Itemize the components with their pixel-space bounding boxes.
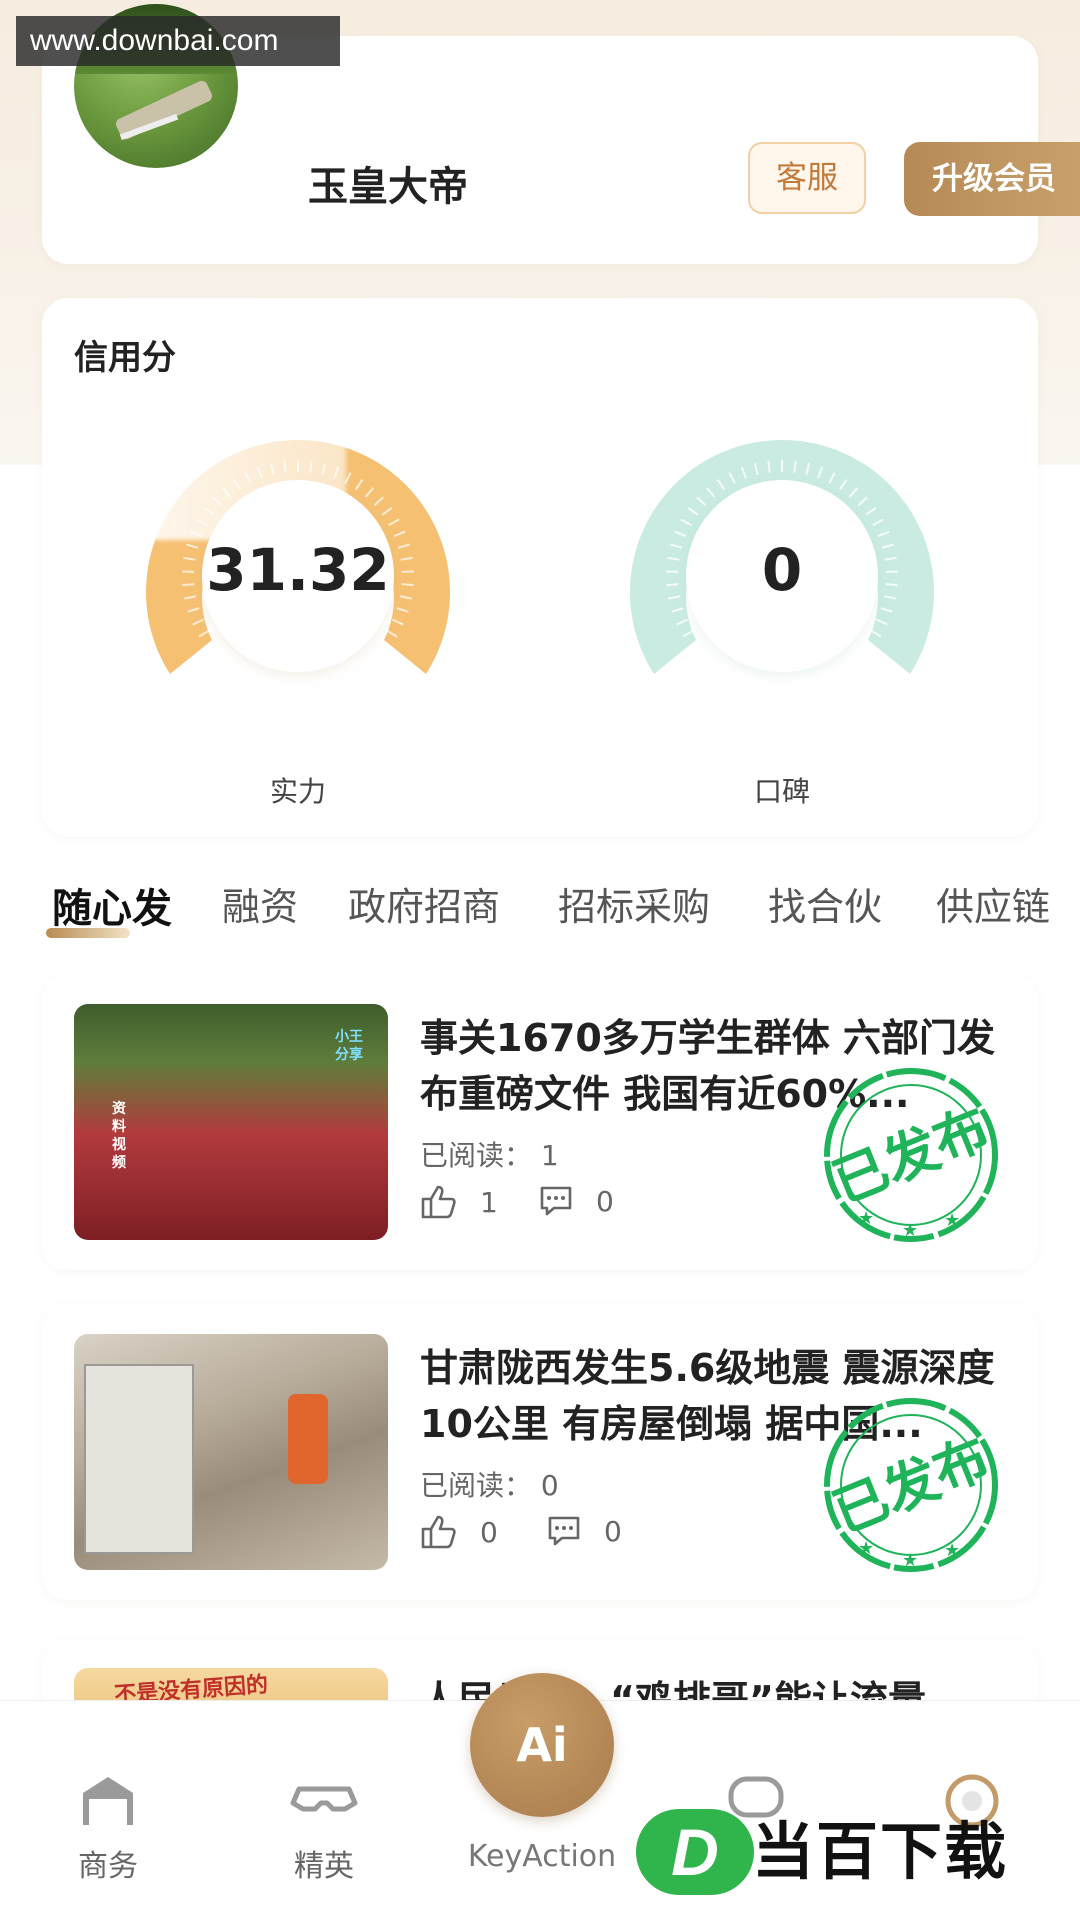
comment-count: 0	[596, 1184, 614, 1218]
like-count: 0	[480, 1515, 498, 1549]
glasses-icon	[290, 1786, 358, 1812]
published-stamp-icon: 已发布 ★ ★ ★	[824, 1068, 998, 1242]
comment-icon	[548, 1516, 580, 1546]
credit-score-card: 信用分 31.32 实力 0 口碑	[42, 298, 1038, 836]
briefcase-icon	[83, 1777, 133, 1825]
like-count: 1	[480, 1185, 498, 1219]
read-count: 已阅读： 0	[420, 1469, 559, 1502]
strength-value: 31.32	[206, 536, 390, 604]
svg-text:★: ★	[902, 1220, 918, 1241]
blurred-overlay	[86, 412, 346, 540]
strength-label: 实力	[269, 775, 326, 808]
news-thumbnail: 小王分享 资料视频	[74, 1004, 388, 1240]
comment-stat[interactable]: 0	[538, 1184, 614, 1218]
reputation-label: 口碑	[753, 775, 810, 808]
published-stamp-icon: 已发布 ★ ★ ★	[824, 1398, 998, 1572]
stamp-text: 已发布	[824, 1426, 998, 1545]
reputation-gauge: 0	[596, 396, 968, 736]
thumbs-up-icon	[421, 1185, 456, 1219]
nav-elite-label: 精英	[294, 1849, 354, 1884]
reputation-value: 0	[761, 536, 803, 604]
news-thumbnail	[74, 1334, 388, 1570]
ai-button[interactable]: Ai	[470, 1673, 614, 1817]
svg-text:★: ★	[902, 1550, 918, 1571]
comment-count: 0	[604, 1514, 622, 1548]
like-stat[interactable]: 1	[420, 1184, 498, 1220]
brand-watermark: D 当百下载	[630, 1809, 1060, 1895]
site-watermark: www.downbai.com	[16, 16, 340, 66]
user-name: 玉皇大帝	[308, 164, 468, 210]
thumbnail-side-text: 资料视频	[112, 1101, 126, 1171]
tab-find-partner[interactable]: 找合伙	[768, 876, 882, 931]
category-tabs: 随心发 融资 政府招商 招标采购 找合伙 供应链	[0, 870, 1080, 950]
nav-business[interactable]: 商务	[28, 1773, 188, 1885]
customer-service-button[interactable]: 客服	[748, 142, 866, 214]
ai-button-label: KeyAction	[467, 1839, 617, 1874]
tab-financing[interactable]: 融资	[222, 876, 298, 931]
upgrade-membership-button[interactable]: 升级会员	[904, 142, 1080, 216]
credit-title: 信用分	[74, 338, 176, 378]
tab-government-investment[interactable]: 政府招商	[348, 876, 500, 931]
stamp-text: 已发布	[824, 1096, 998, 1215]
tab-supply-chain[interactable]: 供应链	[936, 876, 1050, 931]
brand-logo-icon: D	[636, 1809, 754, 1895]
tab-bidding-procurement[interactable]: 招标采购	[558, 876, 710, 931]
tab-casual-post[interactable]: 随心发	[52, 876, 172, 934]
news-card[interactable]: 小王分享 资料视频 事关1670多万学生群体 六部门发布重磅文件 我国有近60%…	[42, 974, 1038, 1270]
svg-text:★: ★	[944, 1540, 960, 1561]
brand-text: 当百下载	[752, 1815, 1009, 1888]
news-card[interactable]: 甘肃陇西发生5.6级地震 震源深度10公里 有房屋倒塌 据中国... 已阅读： …	[42, 1304, 1038, 1600]
comment-stat[interactable]: 0	[546, 1514, 622, 1548]
thumbnail-corner-text: 小王分享	[335, 1029, 363, 1063]
nav-business-label: 商务	[78, 1849, 138, 1884]
svg-text:★: ★	[858, 1208, 874, 1229]
svg-text:★: ★	[858, 1538, 874, 1559]
read-count: 已阅读： 1	[420, 1139, 559, 1172]
nav-elite[interactable]: 精英	[244, 1773, 404, 1885]
comment-icon	[540, 1186, 572, 1216]
svg-text:★: ★	[944, 1210, 960, 1231]
bottom-navigation: 商务 精英 Ai KeyAction D 当百下载	[0, 1673, 1080, 1920]
like-stat[interactable]: 0	[420, 1514, 498, 1550]
thumbs-up-icon	[421, 1515, 456, 1549]
